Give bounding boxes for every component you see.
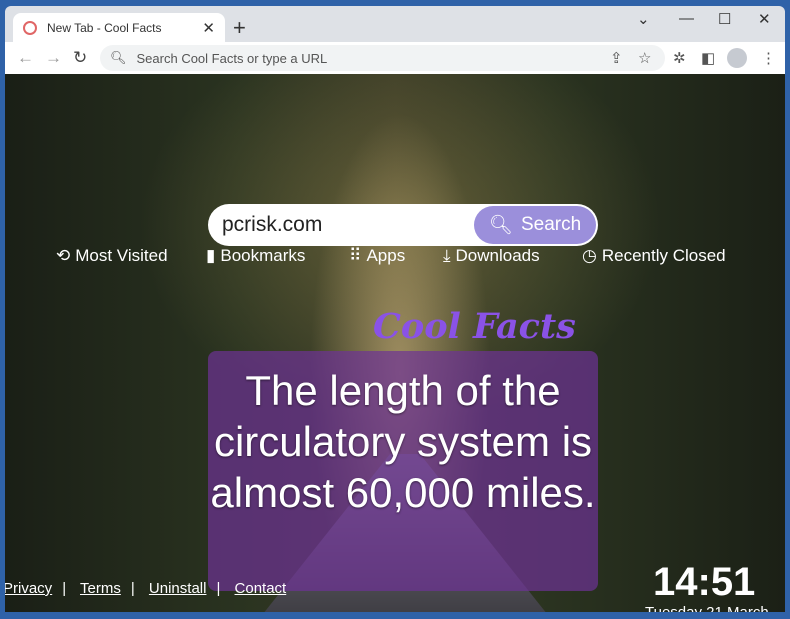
separator: | [62, 580, 67, 597]
side-panel-icon[interactable]: ◧ [701, 49, 715, 67]
toolbar: ← → ↻ 🔍︎ Search Cool Facts or type a URL… [5, 42, 785, 74]
new-tab-button[interactable]: + [233, 15, 246, 41]
search-button-label: Search [520, 214, 582, 235]
link-label: Bookmarks [220, 246, 306, 265]
brand-logo: Cool Facts [373, 306, 576, 347]
search-button[interactable]: 🔍︎ Search [474, 206, 596, 244]
clock-time: 14:51 [653, 560, 756, 604]
contact-link[interactable]: Contact [235, 580, 287, 597]
link-recently-closed[interactable]: ◷ Recently Closed [582, 246, 726, 266]
omnibox[interactable]: 🔍︎ Search Cool Facts or type a URL [100, 45, 665, 71]
search-input[interactable]: pcrisk.com [222, 213, 474, 237]
link-bookmarks[interactable]: ▮ Bookmarks [206, 246, 305, 266]
menu-icon[interactable]: ⋮ [761, 49, 776, 67]
search-icon: 🔍︎ [110, 50, 127, 65]
share-icon[interactable]: ⇪ [610, 49, 623, 67]
link-label: Recently Closed [601, 246, 726, 265]
link-apps[interactable]: ⠿ Apps [349, 246, 405, 266]
separator: | [216, 580, 221, 597]
star-icon[interactable]: ☆ [638, 49, 651, 67]
terms-link[interactable]: Terms [80, 580, 121, 597]
fact-panel: The length of the circulatory system is … [208, 351, 598, 591]
footer-links: Privacy | Terms | Uninstall | Contact [5, 580, 286, 597]
maximize-button[interactable]: ☐ [718, 10, 731, 28]
clock-date: Tuesday 21 March [645, 604, 769, 612]
link-label: Downloads [455, 246, 540, 265]
forward-icon[interactable]: → [45, 48, 62, 68]
omnibox-placeholder: Search Cool Facts or type a URL [136, 50, 328, 66]
browser-window: New Tab - Cool Facts ✕ + ⌄ — ☐ ✕ ← → ↻ 🔍… [5, 6, 785, 612]
privacy-link[interactable]: Privacy [5, 580, 52, 597]
favicon-icon [23, 21, 37, 35]
page-content: pcrisk.com 🔍︎ Search ⟲ Most Visited ▮ Bookm… [5, 74, 785, 612]
apps-grid-icon: ⠿ [349, 246, 362, 265]
close-tab-icon[interactable]: ✕ [202, 19, 215, 37]
back-icon[interactable]: ← [17, 48, 34, 68]
quick-links: ⟲ Most Visited ▮ Bookmarks ⠿ Apps ⤓ Download… [5, 246, 785, 270]
profile-avatar[interactable] [727, 48, 747, 68]
extensions-icon[interactable]: ✲ [673, 49, 686, 67]
clock-icon: ◷ [582, 246, 597, 265]
uninstall-link[interactable]: Uninstall [149, 580, 207, 597]
minimize-button[interactable]: — [679, 10, 694, 27]
tab-search-icon[interactable]: ⌄ [637, 10, 650, 28]
bookmark-icon: ▮ [206, 246, 216, 265]
tab-title: New Tab - Cool Facts [47, 21, 162, 35]
search-icon: 🔍︎ [488, 215, 513, 236]
link-label: Apps [366, 246, 406, 265]
history-icon: ⟲ [56, 246, 71, 265]
link-most-visited[interactable]: ⟲ Most Visited [56, 246, 168, 266]
close-window-button[interactable]: ✕ [758, 10, 771, 28]
download-icon: ⤓ [443, 246, 451, 265]
reload-icon[interactable]: ↻ [73, 48, 87, 68]
link-label: Most Visited [75, 246, 168, 265]
link-downloads[interactable]: ⤓ Downloads [443, 246, 540, 266]
search-bar: pcrisk.com 🔍︎ Search [208, 204, 598, 246]
separator: | [130, 580, 135, 597]
tab-active[interactable]: New Tab - Cool Facts ✕ [13, 13, 225, 43]
